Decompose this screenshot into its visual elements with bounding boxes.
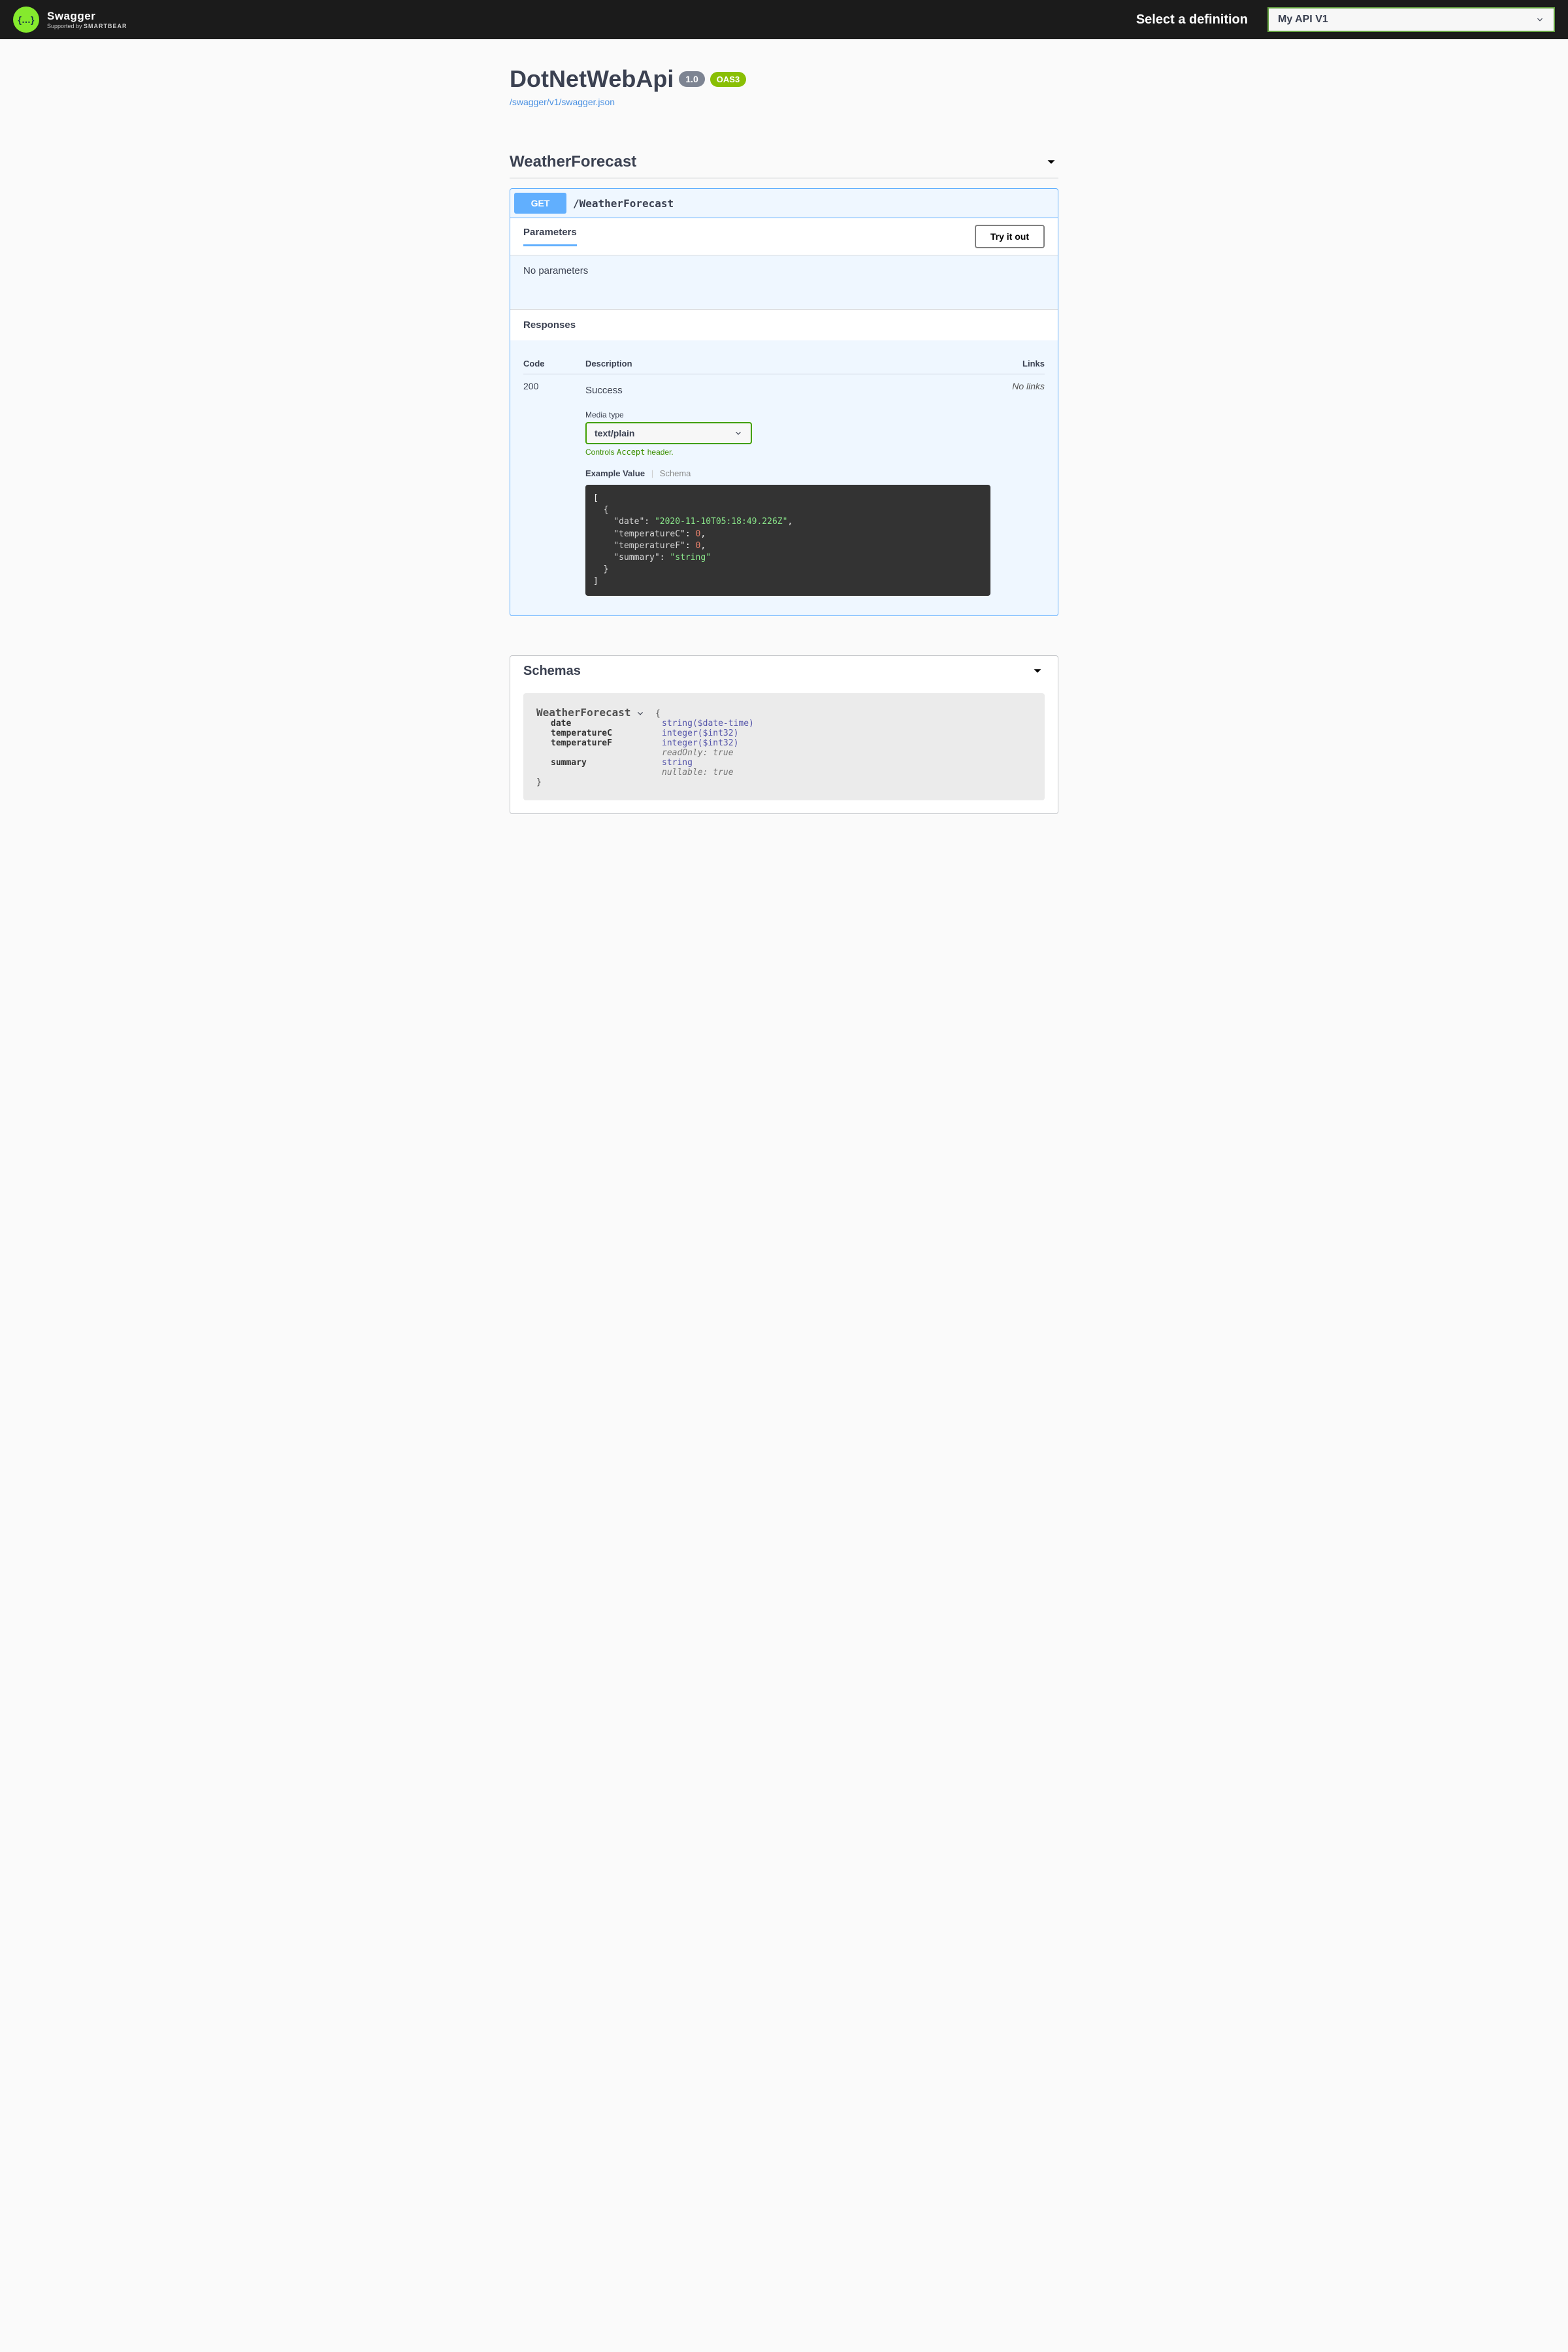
- tag-name: WeatherForecast: [510, 153, 636, 171]
- chevron-down-icon: [734, 429, 743, 438]
- schemas-section: Schemas WeatherForecast { date string($d…: [510, 655, 1058, 814]
- version-badge: 1.0: [679, 71, 704, 87]
- api-title: DotNetWebApi: [510, 65, 674, 93]
- response-row: 200 Success Media type text/plain C: [523, 374, 1045, 602]
- media-type-select[interactable]: text/plain: [585, 422, 752, 444]
- parameters-header: Parameters Try it out: [510, 218, 1058, 255]
- schema-prop-row: temperatureC integer($int32): [551, 728, 1032, 738]
- responses-header: Responses: [510, 309, 1058, 340]
- chevron-down-icon: [1044, 155, 1058, 169]
- logo-title: Swagger: [47, 10, 127, 23]
- col-code: Code: [523, 359, 585, 368]
- schema-prop-row: summary string: [551, 758, 1032, 768]
- schemas-header[interactable]: Schemas: [510, 656, 1058, 687]
- definition-value: My API V1: [1278, 14, 1328, 25]
- operation-summary[interactable]: GET /WeatherForecast: [510, 189, 1058, 218]
- oas-badge: OAS3: [710, 72, 746, 87]
- media-type-value: text/plain: [595, 428, 634, 438]
- spec-url-link[interactable]: /swagger/v1/swagger.json: [510, 97, 1058, 107]
- no-parameters-text: No parameters: [510, 255, 1058, 309]
- logo-subtitle: Supported by SMARTBEAR: [47, 23, 127, 29]
- operation-block: GET /WeatherForecast Parameters Try it o…: [510, 188, 1058, 616]
- swagger-icon: {…}: [13, 7, 39, 33]
- schema-prop-row: date string($date-time): [551, 719, 1032, 728]
- col-links: Links: [1005, 359, 1045, 368]
- parameters-title: Parameters: [523, 227, 577, 246]
- swagger-logo: {…} Swagger Supported by SMARTBEAR: [13, 7, 127, 33]
- chevron-down-icon: [1535, 15, 1544, 24]
- schema-model: WeatherForecast { date string($date-time…: [523, 693, 1045, 800]
- tab-schema[interactable]: Schema: [660, 468, 691, 478]
- api-title-row: DotNetWebApi 1.0 OAS3: [510, 65, 1058, 93]
- schema-prop-row: temperatureF integer($int32): [551, 738, 1032, 748]
- responses-table-head: Code Description Links: [523, 353, 1045, 374]
- example-schema-tabs: Example Value | Schema: [585, 468, 1005, 478]
- tab-example-value[interactable]: Example Value: [585, 468, 645, 478]
- tag-header[interactable]: WeatherForecast: [510, 153, 1058, 178]
- schema-note: nullable: true: [662, 768, 1032, 777]
- select-definition-label: Select a definition: [1136, 12, 1248, 27]
- chevron-down-icon: [1030, 664, 1045, 678]
- method-badge: GET: [514, 193, 566, 214]
- schema-note: readOnly: true: [662, 748, 1032, 758]
- response-description: Success: [585, 385, 1005, 396]
- try-it-out-button[interactable]: Try it out: [975, 225, 1045, 248]
- media-type-label: Media type: [585, 410, 1005, 419]
- media-hint: Controls Accept header.: [585, 448, 1005, 457]
- operation-path: /WeatherForecast: [573, 197, 674, 210]
- chevron-down-icon[interactable]: [636, 709, 645, 718]
- topbar: {…} Swagger Supported by SMARTBEAR Selec…: [0, 0, 1568, 39]
- response-code: 200: [523, 381, 585, 596]
- example-code-block: [ { "date": "2020-11-10T05:18:49.226Z", …: [585, 485, 990, 596]
- response-links: No links: [1005, 381, 1045, 596]
- definition-select[interactable]: My API V1: [1267, 7, 1555, 32]
- schema-name[interactable]: WeatherForecast: [536, 706, 631, 719]
- col-description: Description: [585, 359, 1005, 368]
